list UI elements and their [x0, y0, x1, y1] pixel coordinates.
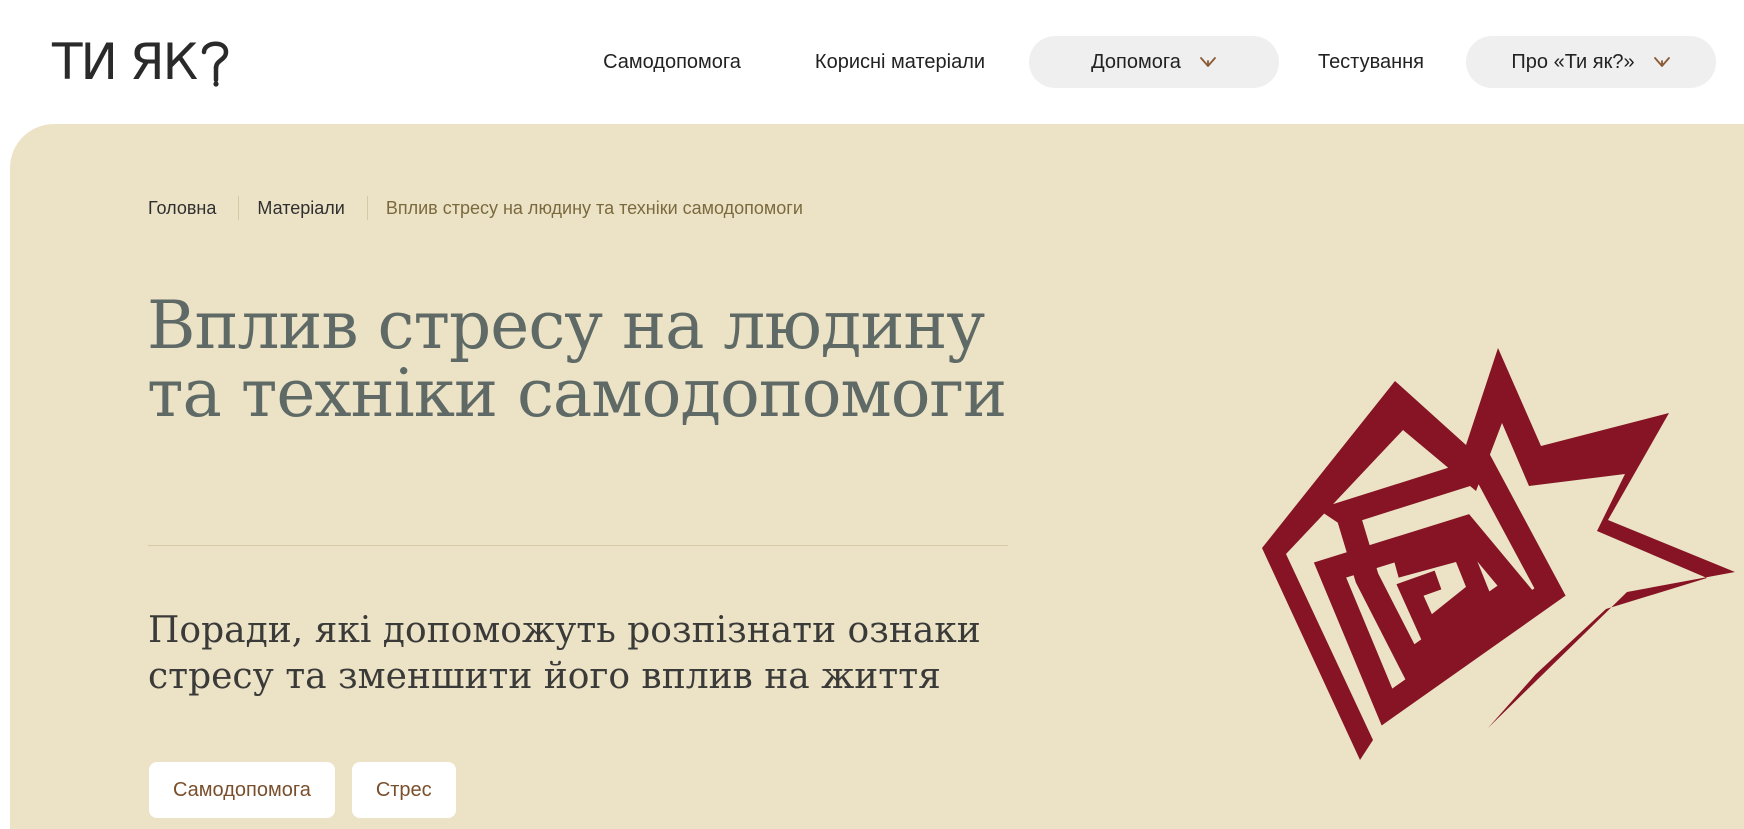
- breadcrumb-current: Вплив стресу на людину та техніки самодо…: [385, 197, 803, 218]
- breadcrumb-separator: [238, 196, 240, 220]
- nav-item-label: Корисні матеріали: [814, 50, 986, 73]
- nav-dropdown-about[interactable]: Про «Ти як?»: [1466, 36, 1716, 88]
- nav-item-self-help[interactable]: Самодопомога: [586, 36, 758, 88]
- nav-item-label: Самодопомога: [603, 50, 741, 73]
- nav-dropdown-help[interactable]: Допомога: [1029, 36, 1279, 88]
- chevron-down-icon: [1653, 57, 1670, 67]
- breadcrumb-separator: [366, 196, 368, 220]
- page-subtitle: Поради, які допоможуть розпізнати ознаки…: [148, 610, 981, 697]
- nav-item-testing[interactable]: Тестування: [1306, 36, 1436, 88]
- breadcrumb: Головна Матеріали Вплив стресу на людину…: [148, 196, 803, 220]
- tag-stress[interactable]: Стрес: [351, 762, 456, 818]
- nav-item-useful-materials[interactable]: Корисні матеріали: [800, 36, 1000, 88]
- main-nav: Самодопомога Корисні матеріали Допомога …: [0, 36, 1744, 88]
- spiral-ornament-illustration: [1262, 348, 1735, 760]
- tag-list: Самодопомога Стрес: [149, 762, 456, 818]
- page-title: Вплив стресу на людину та техніки самодо…: [147, 287, 1007, 432]
- nav-item-label: Про «Ти як?»: [1511, 50, 1635, 73]
- site-header: ТИ ЯК Самодопомога Корисні матеріали Доп…: [0, 0, 1744, 124]
- nav-item-label: Тестування: [1317, 50, 1425, 73]
- breadcrumb-home[interactable]: Головна: [148, 198, 216, 219]
- article-hero: Головна Матеріали Вплив стресу на людину…: [10, 124, 1744, 829]
- chevron-down-icon: [1199, 57, 1216, 67]
- nav-item-label: Допомога: [1091, 50, 1181, 73]
- title-divider: [148, 545, 1008, 546]
- tag-self-help[interactable]: Самодопомога: [149, 762, 335, 818]
- breadcrumb-materials[interactable]: Матеріали: [257, 198, 344, 219]
